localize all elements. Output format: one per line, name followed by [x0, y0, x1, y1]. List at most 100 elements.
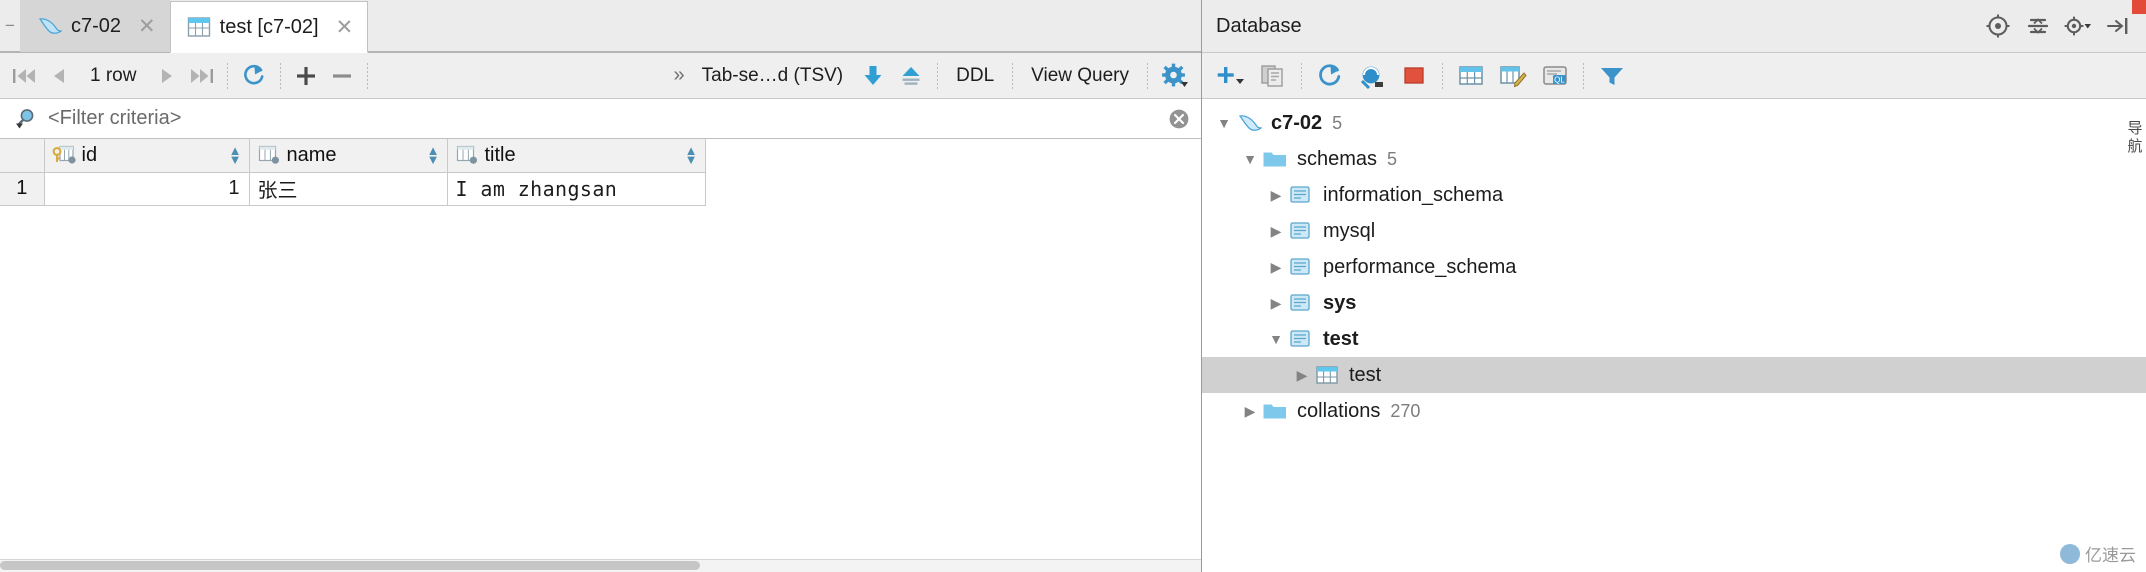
chevron-down-icon[interactable]: ▼	[1264, 331, 1288, 347]
cell-name[interactable]: 张三	[249, 172, 448, 206]
tree-node-schemas[interactable]: ▼ schemas 5	[1202, 141, 2146, 177]
dolphin-icon	[1236, 112, 1262, 134]
tree-node-sys[interactable]: ▶ sys	[1202, 285, 2146, 321]
database-toolbar: QL	[1202, 53, 2146, 99]
chevron-right-icon[interactable]: ▶	[1238, 403, 1262, 420]
first-page-icon[interactable]	[6, 56, 42, 96]
cell-title[interactable]: I am zhangsan	[447, 172, 706, 206]
filter-icon[interactable]	[1591, 56, 1633, 96]
toolbar-separator	[367, 62, 369, 89]
chevron-right-icon[interactable]: ▶	[1264, 295, 1288, 312]
dolphin-icon	[36, 15, 63, 37]
row-number-header	[0, 139, 45, 173]
tree-node-information_schema[interactable]: ▶ information_schema	[1202, 177, 2146, 213]
sort-indicator-icon[interactable]: ▲ ▼	[427, 144, 440, 166]
chevron-right-icon[interactable]: ▶	[1290, 367, 1314, 384]
ddl-button[interactable]: DDL	[945, 56, 1005, 96]
chevron-right-icon[interactable]: ▶	[1264, 223, 1288, 240]
sync-icon[interactable]	[1351, 56, 1393, 96]
clear-circle-icon[interactable]	[1167, 107, 1191, 131]
database-panel-header: Database	[1202, 0, 2146, 53]
filter-row[interactable]: <Filter criteria>	[0, 99, 1201, 139]
table-row[interactable]: 1 1 张三 I am zhangsan	[0, 172, 706, 206]
sort-indicator-icon[interactable]: ▲ ▼	[685, 144, 698, 166]
query-console-icon[interactable]: QL	[1534, 56, 1576, 96]
schema-icon	[1288, 256, 1314, 278]
filter-input[interactable]: <Filter criteria>	[48, 107, 1157, 130]
chevron-down-icon[interactable]: ▼	[1238, 151, 1262, 167]
jump-to-source-icon[interactable]	[1978, 6, 2018, 46]
tree-node-count: 5	[1387, 148, 1398, 169]
chevron-down-icon[interactable]: ▼	[1212, 115, 1236, 131]
tree-node-label: test	[1349, 363, 1382, 386]
chevron-right-icon[interactable]: ▶	[1264, 259, 1288, 276]
editor-tab-c7-02[interactable]: c7-02 ✕	[20, 0, 170, 52]
watermark-logo-icon	[2060, 543, 2080, 564]
output-format-selector[interactable]: Tab-se…d (TSV)	[691, 56, 854, 96]
modify-table-icon[interactable]	[1492, 56, 1534, 96]
last-page-icon[interactable]	[184, 56, 220, 96]
view-query-button[interactable]: View Query	[1020, 56, 1140, 96]
row-number-cell: 1	[0, 172, 45, 206]
watermark: 亿速云	[2060, 541, 2136, 566]
gear-icon[interactable]	[1155, 56, 1195, 96]
column-header-id[interactable]: id ▲ ▼	[44, 139, 250, 173]
folder-icon	[1262, 400, 1288, 422]
column-header-title[interactable]: title ▲ ▼	[447, 139, 706, 173]
stop-icon[interactable]	[1393, 56, 1435, 96]
prev-page-icon[interactable]	[42, 56, 76, 96]
tab-scroll-left-icon[interactable]: −	[0, 0, 20, 52]
filter-search-icon	[14, 107, 38, 131]
tree-node-c7-02[interactable]: ▼ c7-02 5	[1202, 105, 2146, 141]
tree-node-label: mysql	[1323, 219, 1376, 242]
copy-icon[interactable]	[1252, 56, 1294, 96]
editor-tabstrip: − c7-02 ✕ test [c7-02] ✕	[0, 0, 1201, 53]
table-editor-icon[interactable]	[1450, 56, 1492, 96]
next-page-icon[interactable]	[150, 56, 184, 96]
close-icon[interactable]: ✕	[336, 16, 354, 38]
folder-icon	[1262, 148, 1288, 170]
download-icon[interactable]	[854, 56, 892, 96]
toolbar-separator	[1301, 62, 1302, 89]
close-icon[interactable]: ✕	[138, 15, 156, 37]
tree-node-label: collations	[1297, 399, 1381, 422]
refresh-icon[interactable]	[1309, 56, 1351, 96]
tree-node-label: performance_schema	[1323, 255, 1517, 278]
editor-tab-test[interactable]: test [c7-02] ✕	[169, 1, 369, 53]
result-grid[interactable]: id ▲ ▼ name ▲ ▼ title ▲ ▼ 1 1 张三 I am zh…	[0, 139, 1201, 572]
toolbar-separator	[1012, 62, 1014, 89]
tree-node-performance_schema[interactable]: ▶ performance_schema	[1202, 249, 2146, 285]
add-data-source-icon[interactable]	[1210, 56, 1252, 96]
primary-key-column-icon	[52, 145, 76, 165]
toolbar-separator	[227, 62, 229, 89]
svg-text:QL: QL	[1554, 75, 1565, 84]
page-title: Database	[1216, 14, 1302, 37]
horizontal-scrollbar[interactable]	[0, 559, 1201, 572]
upload-icon[interactable]	[892, 56, 930, 96]
tree-node-label: test	[1323, 327, 1359, 350]
scrollbar-thumb[interactable]	[0, 561, 700, 570]
tree-node-collations[interactable]: ▶ collations 270	[1202, 393, 2146, 429]
plus-icon[interactable]	[288, 56, 324, 96]
database-tree[interactable]: ▼ c7-02 5 ▼ schemas 5 ▶ information_sche…	[1202, 99, 2146, 572]
chevron-right-icon[interactable]: ▶	[1264, 187, 1288, 204]
settings-dropdown-icon[interactable]	[2058, 6, 2098, 46]
tree-node-test-schema[interactable]: ▼ test	[1202, 321, 2146, 357]
editor-area: − c7-02 ✕ test [c7-02] ✕ 1 row » Tab-se……	[0, 0, 1202, 572]
schema-icon	[1288, 328, 1314, 350]
tree-node-mysql[interactable]: ▶ mysql	[1202, 213, 2146, 249]
column-header-name[interactable]: name ▲ ▼	[249, 139, 448, 173]
navigation-rail-label[interactable]: 导航	[2125, 120, 2145, 156]
column-header-label: name	[286, 143, 337, 166]
minus-icon[interactable]	[324, 56, 360, 96]
table-icon	[187, 16, 211, 38]
tree-node-test-table[interactable]: ▶ test	[1202, 357, 2146, 393]
sort-indicator-icon[interactable]: ▲ ▼	[229, 144, 242, 166]
chevron-right-double-icon[interactable]: »	[664, 64, 691, 87]
toolbar-separator	[937, 62, 939, 89]
collapse-all-icon[interactable]	[2018, 6, 2058, 46]
cell-id[interactable]: 1	[44, 172, 250, 206]
tree-node-label: information_schema	[1323, 183, 1504, 206]
reload-icon[interactable]	[235, 56, 273, 96]
result-toolbar: 1 row » Tab-se…d (TSV) DDL View Query	[0, 53, 1201, 99]
